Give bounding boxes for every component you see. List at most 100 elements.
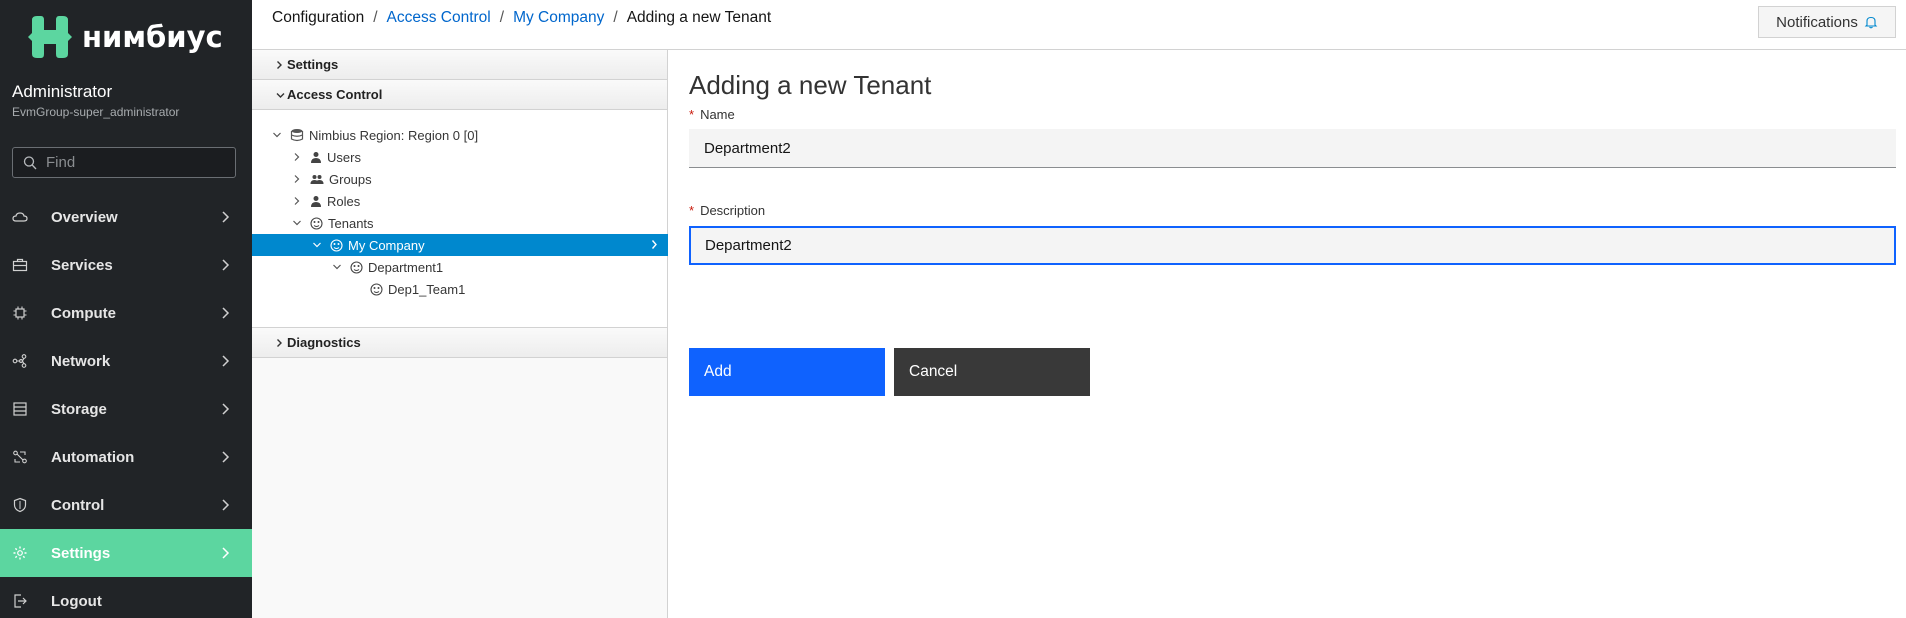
tree-node-groups[interactable]: Groups	[292, 168, 372, 190]
tree-label: Department1	[368, 259, 444, 275]
nav-label: Storage	[51, 400, 107, 418]
user-group: EvmGroup-super_administrator	[12, 105, 180, 119]
nav-label: Network	[51, 352, 111, 370]
nav-item-control[interactable]: Control	[0, 481, 252, 529]
tenant-icon	[350, 260, 363, 274]
chevron-right-icon	[222, 211, 230, 223]
breadcrumb-current: Adding a new Tenant	[626, 9, 772, 26]
tree-label: Tenants	[328, 215, 374, 231]
nav-label: Logout	[51, 592, 102, 610]
chevron-right-icon	[651, 240, 657, 249]
network-icon	[12, 354, 27, 368]
accordion-diagnostics-label: Diagnostics	[287, 335, 361, 350]
tree-node-my-company[interactable]: My Company	[252, 234, 668, 256]
breadcrumb-my-company-link[interactable]: My Company	[513, 9, 604, 27]
page-title: Adding a new Tenant	[689, 70, 932, 100]
brand-logo[interactable]: нимбиус	[28, 16, 223, 58]
chevron-right-icon	[222, 547, 230, 559]
description-field[interactable]	[689, 226, 1896, 265]
tree-node-tenants[interactable]: Tenants	[292, 212, 374, 234]
tenant-icon	[370, 282, 383, 296]
accordion-panel: Settings Access Control Nimbius Region: …	[252, 50, 668, 618]
nav-item-settings[interactable]: Settings	[0, 529, 252, 577]
add-button[interactable]: Add	[689, 348, 885, 396]
chevron-down-icon	[273, 132, 281, 138]
role-icon	[311, 196, 321, 207]
main-content: Adding a new Tenant * Name * Description A…	[669, 50, 1906, 618]
tree-node-users[interactable]: Users	[292, 146, 361, 168]
automation-icon	[13, 450, 27, 464]
breadcrumb-root: Configuration	[272, 9, 365, 26]
required-marker: *	[689, 107, 695, 122]
accordion-access-control-header[interactable]: Access Control	[252, 80, 667, 110]
chevron-right-icon	[222, 259, 230, 271]
tenant-icon	[330, 238, 343, 252]
description-label-text: Description	[700, 203, 766, 218]
name-label-text: Name	[700, 107, 735, 122]
tree-label: Dep1_Team1	[388, 281, 466, 297]
database-icon	[13, 402, 27, 416]
nav-label: Settings	[51, 544, 111, 562]
shield-icon	[13, 497, 27, 513]
nav-item-logout[interactable]: Logout	[0, 577, 252, 618]
nav-item-compute[interactable]: Compute	[0, 289, 252, 337]
search-input[interactable]	[46, 154, 226, 171]
brand-name: нимбиус	[82, 20, 223, 54]
logout-icon	[14, 594, 27, 608]
tree-label: My Company	[348, 237, 425, 253]
nav-item-storage[interactable]: Storage	[0, 385, 252, 433]
cpu-icon	[13, 306, 27, 320]
accordion-settings-header[interactable]: Settings	[252, 50, 667, 80]
accordion-diagnostics-header[interactable]: Diagnostics	[252, 328, 667, 358]
nav-item-overview[interactable]: Overview	[0, 193, 252, 241]
chevron-right-icon	[222, 307, 230, 319]
tree-node-dep1-team1[interactable]: Dep1_Team1	[352, 278, 465, 300]
tree-label: Roles	[327, 193, 361, 209]
top-header: Configuration / Access Control / My Comp…	[252, 0, 1906, 50]
chevron-down-icon	[276, 93, 285, 98]
chevron-right-icon	[222, 451, 230, 463]
accordion-settings-label: Settings	[287, 57, 339, 72]
name-field[interactable]	[689, 129, 1896, 168]
main-nav: Overview Services Compute Network Storag…	[0, 193, 252, 618]
notifications-button[interactable]: Notifications	[1758, 6, 1896, 38]
tree-label: Groups	[329, 171, 372, 187]
nav-item-automation[interactable]: Automation	[0, 433, 252, 481]
nav-item-network[interactable]: Network	[0, 337, 252, 385]
cloud-icon	[12, 212, 28, 222]
tree-node-region[interactable]: Nimbius Region: Region 0 [0]	[272, 124, 478, 146]
breadcrumb-separator: /	[499, 9, 505, 26]
breadcrumb-access-control-link[interactable]: Access Control	[387, 9, 491, 27]
nav-label: Automation	[51, 448, 135, 466]
chevron-right-icon	[222, 499, 230, 511]
access-control-tree: Nimbius Region: Region 0 [0] Users Group…	[252, 110, 668, 328]
notifications-label: Notifications	[1776, 13, 1858, 31]
chevron-right-icon	[222, 355, 230, 367]
chevron-right-icon	[277, 61, 282, 69]
group-icon	[310, 175, 324, 184]
breadcrumb-separator: /	[613, 9, 618, 26]
database-icon	[290, 129, 304, 142]
chevron-right-icon	[222, 403, 230, 415]
tree-node-department1[interactable]: Department1	[332, 256, 443, 278]
required-marker: *	[689, 203, 695, 218]
nav-label: Control	[51, 496, 105, 514]
chevron-down-icon	[333, 264, 341, 270]
nav-label: Services	[51, 256, 113, 274]
chevron-down-icon	[293, 220, 301, 226]
breadcrumb-separator: /	[373, 9, 378, 26]
search-box	[12, 147, 236, 178]
user-icon	[311, 152, 321, 163]
chevron-right-icon	[294, 197, 300, 205]
nav-label: Compute	[51, 304, 116, 322]
tenant-icon	[310, 216, 323, 230]
tree-node-roles[interactable]: Roles	[292, 190, 360, 212]
name-label: * Name	[689, 107, 735, 122]
nimbius-logo-icon	[28, 16, 72, 58]
user-name: Administrator	[12, 82, 113, 101]
chevron-right-icon	[294, 175, 300, 183]
nav-item-services[interactable]: Services	[0, 241, 252, 289]
search-icon	[23, 155, 37, 169]
description-label: * Description	[689, 203, 765, 218]
cancel-button[interactable]: Cancel	[894, 348, 1090, 396]
